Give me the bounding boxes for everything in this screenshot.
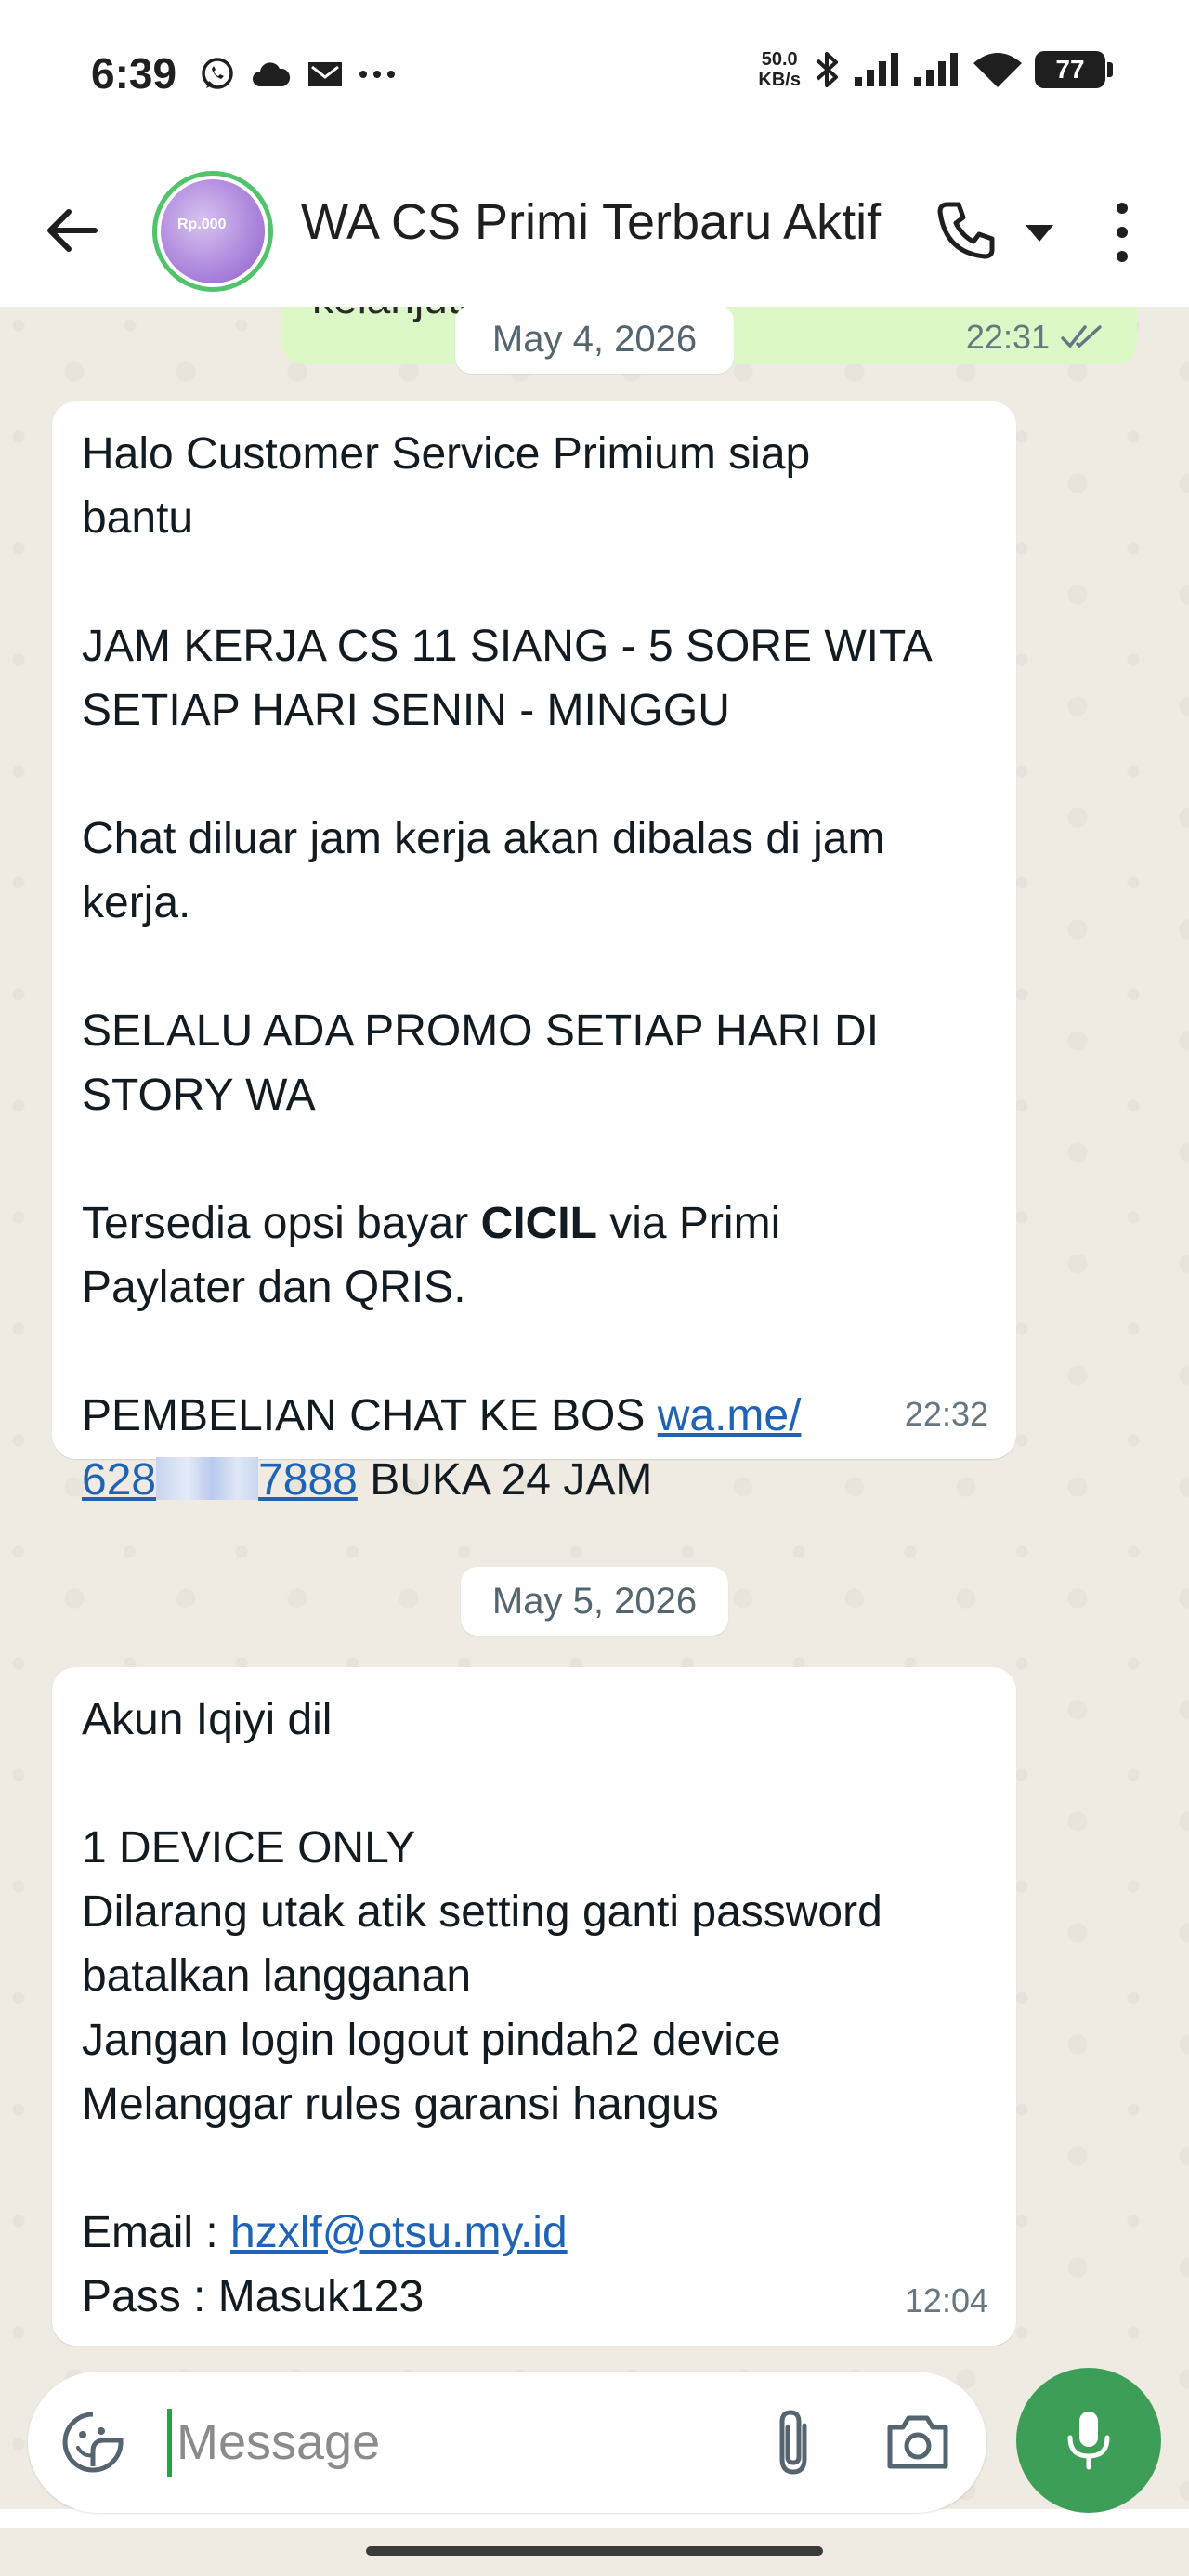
net-speed: 50.0 KB/s [758, 49, 801, 90]
paperclip-icon [779, 2410, 807, 2475]
message-meta: 22:31 [966, 318, 1105, 357]
voice-call-button[interactable] [933, 197, 1000, 264]
back-button[interactable] [43, 201, 102, 260]
wa-link-number[interactable]: 628 7888 [82, 1455, 358, 1505]
contact-avatar[interactable]: Rp.000 [152, 171, 273, 292]
message-line: Pass : Masuk123 [82, 2272, 425, 2321]
signal-icon [853, 51, 901, 88]
message-line: JAM KERJA CS 11 SIANG - 5 SORE WITA [82, 622, 933, 671]
date-separator: May 4, 2026 [455, 307, 734, 374]
status-bar: 6:39 50.0 KB/s 77 [0, 0, 1189, 158]
avatar-image: Rp.000 [161, 179, 265, 283]
net-speed-unit: KB/s [758, 70, 801, 90]
more-vert-icon [1117, 203, 1128, 262]
message-line: PEMBELIAN CHAT KE BOS wa.me/ [82, 1384, 985, 1448]
message-line: SELALU ADA PROMO SETIAP HARI DI [82, 1006, 880, 1056]
text-segment: Email : [82, 2208, 231, 2257]
message-line: bantu [82, 493, 194, 543]
text-caret [167, 2409, 172, 2477]
message-line: Email : hzxlf@otsu.my.id [82, 2201, 985, 2265]
emoji-button[interactable] [59, 2409, 126, 2476]
dropdown-arrow-icon [1026, 225, 1053, 242]
message-line: 628 7888 BUKA 24 JAM [82, 1448, 985, 1512]
message-composer [28, 2372, 986, 2513]
text-segment: PEMBELIAN CHAT KE BOS [82, 1391, 658, 1440]
message-time: 22:31 [965, 318, 1050, 356]
chat-title[interactable]: WA CS Primi Terbaru Aktif [301, 193, 881, 251]
incoming-message-bubble[interactable]: Halo Customer Service Primium siap bantu… [52, 401, 1016, 1505]
message-time: 22:32 [904, 1395, 988, 1433]
home-indicator[interactable] [366, 2546, 823, 2556]
message-time: 12:04 [904, 2281, 988, 2320]
wifi-icon [972, 50, 1024, 89]
sticker-icon [62, 2412, 124, 2473]
attach-button[interactable] [764, 2405, 829, 2479]
message-line: Melanggar rules garansi hangus [82, 2080, 719, 2129]
mail-icon [307, 59, 344, 90]
signal-icon-2 [912, 51, 960, 88]
arrow-back-icon [47, 209, 98, 252]
more-notifications-icon [359, 69, 396, 80]
redacted-number [156, 1457, 259, 1500]
link-segment: 7888 [258, 1455, 358, 1505]
email-link[interactable]: hzxlf@otsu.my.id [230, 2208, 568, 2257]
notification-icons [199, 56, 396, 93]
camera-icon [887, 2415, 948, 2469]
whatsapp-icon [199, 56, 236, 93]
status-time: 6:39 [91, 49, 177, 98]
message-line: Chat diluar jam kerja akan dibalas di ja… [82, 814, 885, 863]
message-line: STORY WA [82, 1071, 316, 1120]
text-segment: Tersedia opsi bayar [82, 1199, 481, 1248]
chat-area[interactable]: kelanjutan ya 22:31 May 4, 2026 Halo Cus… [0, 307, 1189, 2509]
phone-icon [937, 202, 995, 259]
message-line: 1 DEVICE ONLY [82, 1823, 416, 1873]
message-line: batalkan langganan [82, 1952, 472, 2001]
battery-icon: 77 [1035, 51, 1113, 88]
message-line: Jangan login logout pindah2 device [82, 2016, 781, 2065]
incoming-message-bubble[interactable]: Akun Iqiyi dil 1 DEVICE ONLY Dilarang ut… [52, 1667, 1016, 2346]
system-icons: 50.0 KB/s 77 [758, 48, 1113, 91]
message-line: Tersedia opsi bayar CICIL via Primi [82, 1191, 985, 1255]
link-segment: 628 [82, 1455, 157, 1505]
battery-level: 77 [1055, 55, 1085, 84]
message-line: Halo Customer Service Primium siap [82, 429, 811, 479]
message-line: Paylater dan QRIS. [82, 1263, 466, 1312]
bold-text: CICIL [480, 1199, 597, 1248]
cloud-icon [251, 59, 292, 90]
avatar-text: Rp.000 [177, 217, 227, 232]
message-line: kerja. [82, 878, 191, 927]
call-options-dropdown[interactable] [1020, 216, 1059, 249]
voice-message-button[interactable] [1016, 2368, 1161, 2513]
date-separator: May 5, 2026 [461, 1567, 728, 1636]
text-segment: via Primi [596, 1199, 781, 1248]
chat-header: Rp.000 WA CS Primi Terbaru Aktif [0, 158, 1189, 307]
text-segment: BUKA 24 JAM [357, 1455, 653, 1505]
message-input[interactable] [176, 2399, 734, 2485]
message-line: SETIAP HARI SENIN - MINGGU [82, 686, 730, 735]
double-check-icon [1061, 325, 1102, 348]
bluetooth-icon [814, 48, 842, 91]
overflow-menu-button[interactable] [1105, 195, 1139, 269]
net-speed-value: 50.0 [761, 49, 798, 70]
camera-button[interactable] [882, 2409, 953, 2476]
message-line: Akun Iqiyi dil [82, 1695, 333, 1744]
microphone-icon [1067, 2412, 1110, 2470]
message-line: Dilarang utak atik setting ganti passwor… [82, 1887, 882, 1937]
wa-link[interactable]: wa.me/ [658, 1391, 802, 1440]
